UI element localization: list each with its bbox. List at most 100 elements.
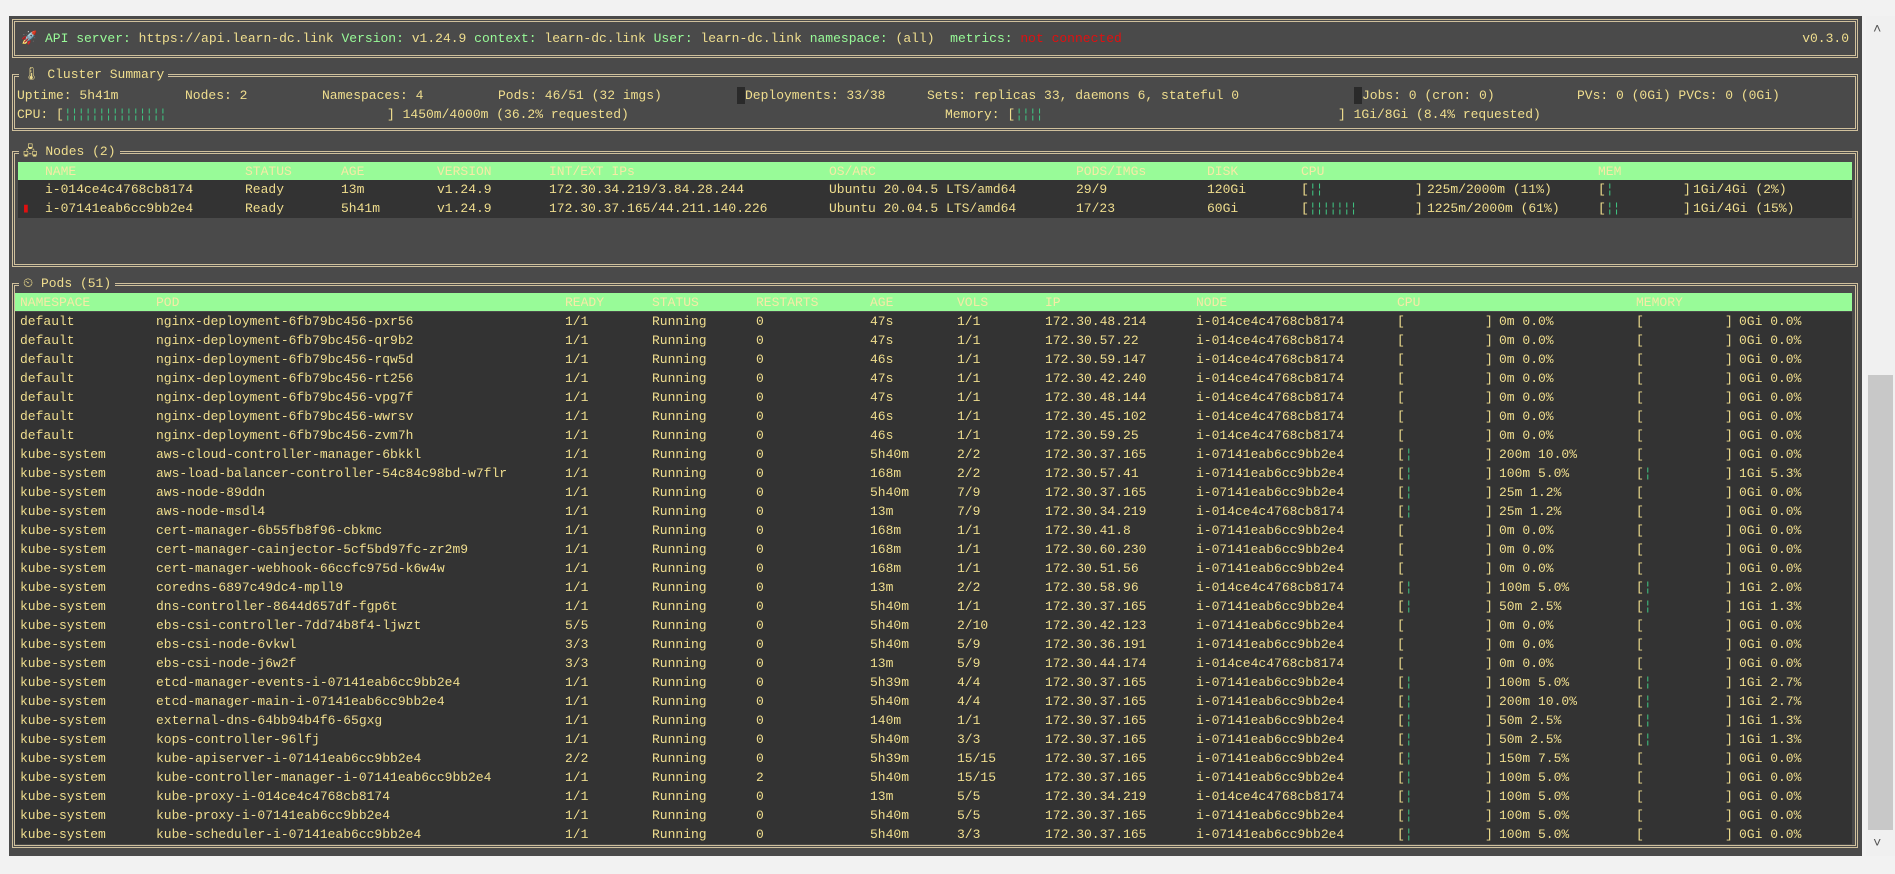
pod-age: 5h40m bbox=[870, 770, 910, 785]
mem-bar: [¦ bbox=[1636, 713, 1652, 728]
pod-age: 5h40m bbox=[870, 447, 910, 462]
pod-vols: 3/3 bbox=[957, 732, 981, 747]
column-header[interactable]: INT/EXT IPs bbox=[549, 162, 635, 181]
pod-node: i-014ce4c4768cb8174 bbox=[1196, 371, 1345, 386]
pod-ip: 172.30.42.240 bbox=[1045, 371, 1147, 386]
mem-bar: [¦ bbox=[1636, 599, 1652, 614]
pod-row[interactable]: kube-system kube-proxy-i-07141eab6cc9bb2e… bbox=[15, 806, 1852, 825]
column-header[interactable]: OS/ARC bbox=[829, 162, 876, 181]
pod-row[interactable]: kube-system kube-scheduler-i-07141eab6cc9… bbox=[15, 825, 1852, 844]
column-header[interactable]: RESTARTS bbox=[756, 293, 818, 312]
pod-cpu: 50m 2.5% bbox=[1499, 713, 1562, 728]
memory-label: Memory: [ bbox=[945, 107, 1016, 122]
pod-row[interactable]: default nginx-deployment-6fb79bc456-qr9b2… bbox=[15, 331, 1852, 350]
cpu-bar-end: ] bbox=[1485, 352, 1493, 367]
column-header[interactable]: IP bbox=[1045, 293, 1061, 312]
pod-ready: 1/1 bbox=[565, 390, 589, 405]
pod-status: Running bbox=[652, 447, 707, 462]
pod-ready: 1/1 bbox=[565, 333, 589, 348]
pod-row[interactable]: kube-system ebs-csi-node-6vkwl 3/3 Running 0… bbox=[15, 635, 1852, 654]
node-count: Nodes: 2 bbox=[185, 88, 248, 103]
column-header[interactable]: VOLS bbox=[957, 293, 988, 312]
mem-bar-end: ] bbox=[1725, 713, 1733, 728]
column-header[interactable]: NAMESPACE bbox=[20, 293, 90, 312]
column-header[interactable]: NODE bbox=[1196, 293, 1227, 312]
pod-age: 5h40m bbox=[870, 599, 910, 614]
column-header[interactable]: AGE bbox=[341, 162, 364, 181]
pod-row[interactable]: default nginx-deployment-6fb79bc456-rt256… bbox=[15, 369, 1852, 388]
pod-pod-name: external-dns-64bb94b4f6-65gxg bbox=[156, 713, 383, 728]
pod-row[interactable]: kube-system dns-controller-8644d657df-fgp… bbox=[15, 597, 1852, 616]
column-header[interactable]: PODS/IMGs bbox=[1076, 162, 1146, 181]
node-age: 5h41m bbox=[341, 201, 381, 216]
mem-bar: [ bbox=[1636, 561, 1644, 576]
node-row[interactable]: ▮ i-07141eab6cc9bb2e4 Ready 5h41m v1.24.9 172… bbox=[18, 199, 1852, 218]
column-header[interactable]: STATUS bbox=[652, 293, 699, 312]
column-header[interactable]: AGE bbox=[870, 293, 893, 312]
scroll-down-icon[interactable]: ˅ bbox=[1873, 836, 1881, 852]
pod-memory: 0Gi 0.0% bbox=[1739, 485, 1802, 500]
scrollbar-thumb[interactable] bbox=[1868, 375, 1893, 830]
pod-ip: 172.30.57.41 bbox=[1045, 466, 1139, 481]
cpu-bar: [¦ bbox=[1397, 751, 1413, 766]
pod-status: Running bbox=[652, 409, 707, 424]
cpu-bar: [ bbox=[1397, 352, 1405, 367]
pod-row[interactable]: kube-system kops-controller-96lfj 1/1 Runni… bbox=[15, 730, 1852, 749]
pod-ip: 172.30.45.102 bbox=[1045, 409, 1147, 424]
cpu-bar-end: ] bbox=[1485, 314, 1493, 329]
pod-pod-name: nginx-deployment-6fb79bc456-zvm7h bbox=[156, 428, 414, 443]
pod-row[interactable]: kube-system kube-controller-manager-i-071… bbox=[15, 768, 1852, 787]
column-header[interactable]: MEMORY bbox=[1636, 293, 1683, 312]
mem-bar: [¦ bbox=[1636, 580, 1652, 595]
pod-row[interactable]: kube-system cert-manager-cainjector-5cf5b… bbox=[15, 540, 1852, 559]
column-header[interactable]: STATUS bbox=[245, 162, 292, 181]
pod-pod-name: nginx-deployment-6fb79bc456-pxr56 bbox=[156, 314, 414, 329]
pod-namespace: kube-system bbox=[20, 770, 106, 785]
column-header[interactable]: VERSION bbox=[437, 162, 492, 181]
pod-row[interactable]: kube-system etcd-manager-events-i-07141ea… bbox=[15, 673, 1852, 692]
column-header[interactable]: CPU bbox=[1301, 162, 1324, 181]
column-header[interactable]: POD bbox=[156, 293, 179, 312]
pod-namespace: kube-system bbox=[20, 599, 106, 614]
pod-row[interactable]: kube-system coredns-6897c49dc4-mpll9 1/1 Ru… bbox=[15, 578, 1852, 597]
node-name: i-07141eab6cc9bb2e4 bbox=[45, 201, 194, 216]
cpu-bar-end: ] bbox=[1485, 485, 1493, 500]
mem-bar-end: ] bbox=[1683, 201, 1691, 216]
pod-row[interactable]: kube-system external-dns-64bb94b4f6-65gxg… bbox=[15, 711, 1852, 730]
column-header[interactable]: CPU bbox=[1397, 293, 1420, 312]
pod-row[interactable]: kube-system cert-manager-webhook-66ccfc97… bbox=[15, 559, 1852, 578]
column-header[interactable]: READY bbox=[565, 293, 604, 312]
pods-table-header: NAMESPACE POD READY STATUS RESTARTS AGE VOLS IP… bbox=[15, 293, 1852, 311]
pod-ip: 172.30.58.96 bbox=[1045, 580, 1139, 595]
column-header[interactable]: NAME bbox=[45, 162, 76, 181]
pod-row[interactable]: default nginx-deployment-6fb79bc456-pxr56… bbox=[15, 312, 1852, 331]
cpu-bar: [¦ bbox=[1397, 466, 1413, 481]
pod-row[interactable]: kube-system aws-node-89ddn 1/1 Running 0 5h40… bbox=[15, 483, 1852, 502]
pod-status: Running bbox=[652, 314, 707, 329]
pod-row[interactable]: kube-system ebs-csi-controller-7dd74b8f4-… bbox=[15, 616, 1852, 635]
pod-row[interactable]: kube-system cert-manager-6b55fb8f96-cbkmc… bbox=[15, 521, 1852, 540]
pod-row[interactable]: default nginx-deployment-6fb79bc456-zvm7h… bbox=[15, 426, 1852, 445]
pod-row[interactable]: kube-system aws-cloud-controller-manager-… bbox=[15, 445, 1852, 464]
pod-row[interactable]: default nginx-deployment-6fb79bc456-wwrsv… bbox=[15, 407, 1852, 426]
pod-age: 13m bbox=[870, 656, 894, 671]
pod-row[interactable]: kube-system aws-load-balancer-controller-… bbox=[15, 464, 1852, 483]
scroll-up-icon[interactable]: ˄ bbox=[1873, 22, 1881, 38]
pod-row[interactable]: kube-system etcd-manager-main-i-07141eab6… bbox=[15, 692, 1852, 711]
pod-row[interactable]: kube-system ebs-csi-node-j6w2f 3/3 Running 0… bbox=[15, 654, 1852, 673]
pod-row[interactable]: default nginx-deployment-6fb79bc456-vpg7f… bbox=[15, 388, 1852, 407]
pod-age: 168m bbox=[870, 466, 902, 481]
pod-row[interactable]: kube-system kube-proxy-i-014ce4c4768cb817… bbox=[15, 787, 1852, 806]
pod-cpu: 100m 5.0% bbox=[1499, 675, 1570, 690]
column-header[interactable]: DISK bbox=[1207, 162, 1238, 181]
pod-cpu: 0m 0.0% bbox=[1499, 618, 1554, 633]
pod-ready: 1/1 bbox=[565, 599, 589, 614]
pod-node: i-014ce4c4768cb8174 bbox=[1196, 656, 1345, 671]
pod-age: 13m bbox=[870, 789, 894, 804]
node-row[interactable]: i-014ce4c4768cb8174 Ready 13m v1.24.9 172.30… bbox=[18, 180, 1852, 199]
column-header[interactable]: MEM bbox=[1598, 162, 1621, 181]
pod-row[interactable]: kube-system aws-node-msdl4 1/1 Running 0 13m 7… bbox=[15, 502, 1852, 521]
pod-row[interactable]: default nginx-deployment-6fb79bc456-rqw5d… bbox=[15, 350, 1852, 369]
pod-status: Running bbox=[652, 390, 707, 405]
pod-row[interactable]: kube-system kube-apiserver-i-07141eab6cc9… bbox=[15, 749, 1852, 768]
